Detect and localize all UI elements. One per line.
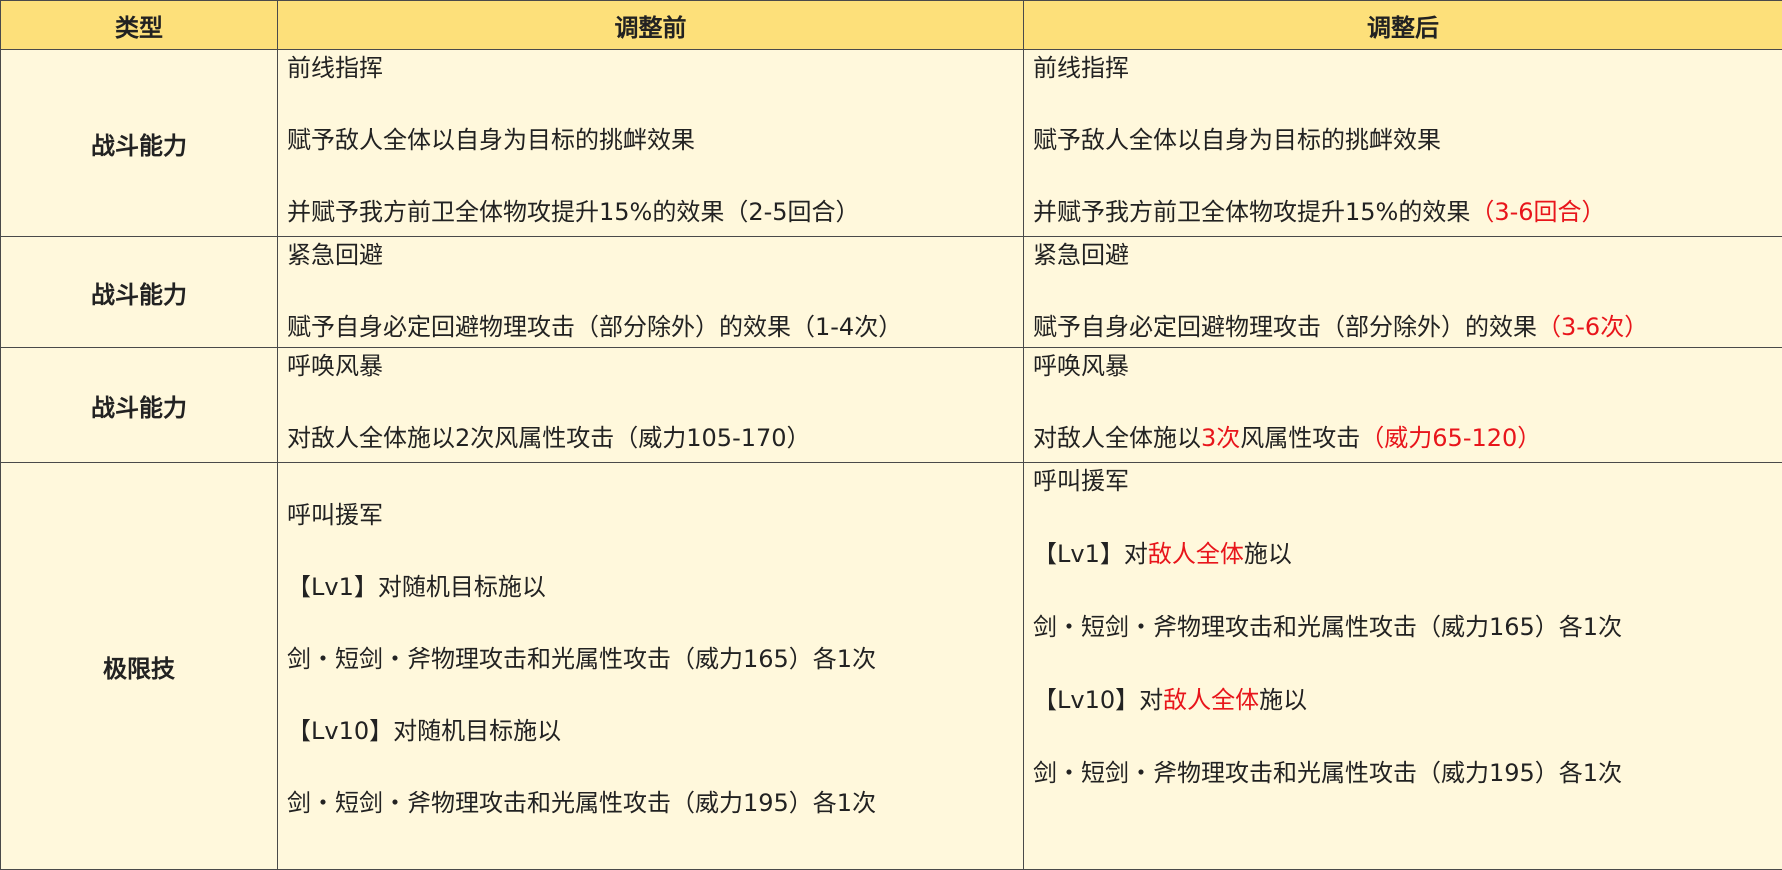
changed-text: 敌人全体 [1148,540,1244,568]
skill-name: 紧急回避 [287,241,1014,269]
skill-line: 赋予敌人全体以自身为目标的挑衅效果 [1033,126,1773,154]
text-normal: 赋予自身必定回避物理攻击（部分除外）的效果 [1033,313,1537,341]
before-cell: 紧急回避 赋予自身必定回避物理攻击（部分除外）的效果（1-4次） [278,237,1024,348]
skill-line: 并赋予我方前卫全体物攻提升15%的效果（2-5回合） [287,198,1014,226]
table-row: 战斗能力 紧急回避 赋予自身必定回避物理攻击（部分除外）的效果（1-4次） 紧急… [1,237,1782,348]
text-normal: 施以 [1259,686,1307,714]
changed-text: 3次 [1201,424,1240,452]
header-after: 调整后 [1024,1,1782,50]
header-type: 类型 [1,1,278,50]
after-cell: 呼叫援军 【Lv1】对敌人全体施以 剑・短剑・斧物理攻击和光属性攻击（威力165… [1024,463,1782,870]
skill-line: 并赋予我方前卫全体物攻提升15%的效果（3-6回合） [1033,198,1773,226]
skill-line: 赋予自身必定回避物理攻击（部分除外）的效果（1-4次） [287,313,1014,341]
before-cell: 呼唤风暴 对敌人全体施以2次风属性攻击（威力105-170） [278,348,1024,463]
skill-line: 【Lv10】对敌人全体施以 [1033,686,1773,714]
text-normal: 施以 [1244,540,1292,568]
skill-line: 剑・短剑・斧物理攻击和光属性攻击（威力195）各1次 [1033,759,1773,787]
skill-line: 剑・短剑・斧物理攻击和光属性攻击（威力165）各1次 [1033,613,1773,641]
skill-line: 剑・短剑・斧物理攻击和光属性攻击（威力195）各1次 [287,789,1014,817]
changed-text: 敌人全体 [1163,686,1259,714]
header-before: 调整前 [278,1,1024,50]
changed-text: （威力65-120） [1360,424,1541,452]
skill-name: 紧急回避 [1033,241,1773,269]
skill-name: 呼叫援军 [287,501,1014,529]
text-normal: 对敌人全体施以 [1033,424,1201,452]
skill-line: 对敌人全体施以3次风属性攻击（威力65-120） [1033,424,1773,452]
before-cell: 呼叫援军 【Lv1】对随机目标施以 剑・短剑・斧物理攻击和光属性攻击（威力165… [278,463,1024,870]
skill-line: 【Lv10】对随机目标施以 [287,717,1014,745]
type-cell: 战斗能力 [1,348,278,463]
adjustment-table: 类型 调整前 调整后 战斗能力 前线指挥 赋予敌人全体以自身为目标的挑衅效果 并… [0,0,1782,870]
before-cell: 前线指挥 赋予敌人全体以自身为目标的挑衅效果 并赋予我方前卫全体物攻提升15%的… [278,50,1024,237]
skill-line: 赋予自身必定回避物理攻击（部分除外）的效果（3-6次） [1033,313,1773,341]
skill-line: 【Lv1】对随机目标施以 [287,573,1014,601]
skill-name: 呼唤风暴 [287,352,1014,380]
after-cell: 呼唤风暴 对敌人全体施以3次风属性攻击（威力65-120） [1024,348,1782,463]
header-row: 类型 调整前 调整后 [1,1,1782,50]
skill-line: 【Lv1】对敌人全体施以 [1033,540,1773,568]
skill-name: 呼唤风暴 [1033,352,1773,380]
table-row: 战斗能力 前线指挥 赋予敌人全体以自身为目标的挑衅效果 并赋予我方前卫全体物攻提… [1,50,1782,237]
text-normal: 并赋予我方前卫全体物攻提升15%的效果 [1033,198,1470,226]
text-normal: 【Lv10】对 [1033,686,1163,714]
table-row: 战斗能力 呼唤风暴 对敌人全体施以2次风属性攻击（威力105-170） 呼唤风暴… [1,348,1782,463]
skill-line: 对敌人全体施以2次风属性攻击（威力105-170） [287,424,1014,452]
changed-text: （3-6次） [1537,313,1648,341]
skill-name: 呼叫援军 [1033,467,1773,495]
skill-line: 赋予敌人全体以自身为目标的挑衅效果 [287,126,1014,154]
type-cell: 极限技 [1,463,278,870]
type-cell: 战斗能力 [1,237,278,348]
skill-name: 前线指挥 [287,54,1014,82]
type-cell: 战斗能力 [1,50,278,237]
after-cell: 前线指挥 赋予敌人全体以自身为目标的挑衅效果 并赋予我方前卫全体物攻提升15%的… [1024,50,1782,237]
text-normal: 【Lv1】对 [1033,540,1148,568]
after-cell: 紧急回避 赋予自身必定回避物理攻击（部分除外）的效果（3-6次） [1024,237,1782,348]
changed-text: （3-6回合） [1470,198,1605,226]
skill-line: 剑・短剑・斧物理攻击和光属性攻击（威力165）各1次 [287,645,1014,673]
table-row: 极限技 呼叫援军 【Lv1】对随机目标施以 剑・短剑・斧物理攻击和光属性攻击（威… [1,463,1782,870]
skill-name: 前线指挥 [1033,54,1773,82]
text-normal: 风属性攻击 [1240,424,1360,452]
